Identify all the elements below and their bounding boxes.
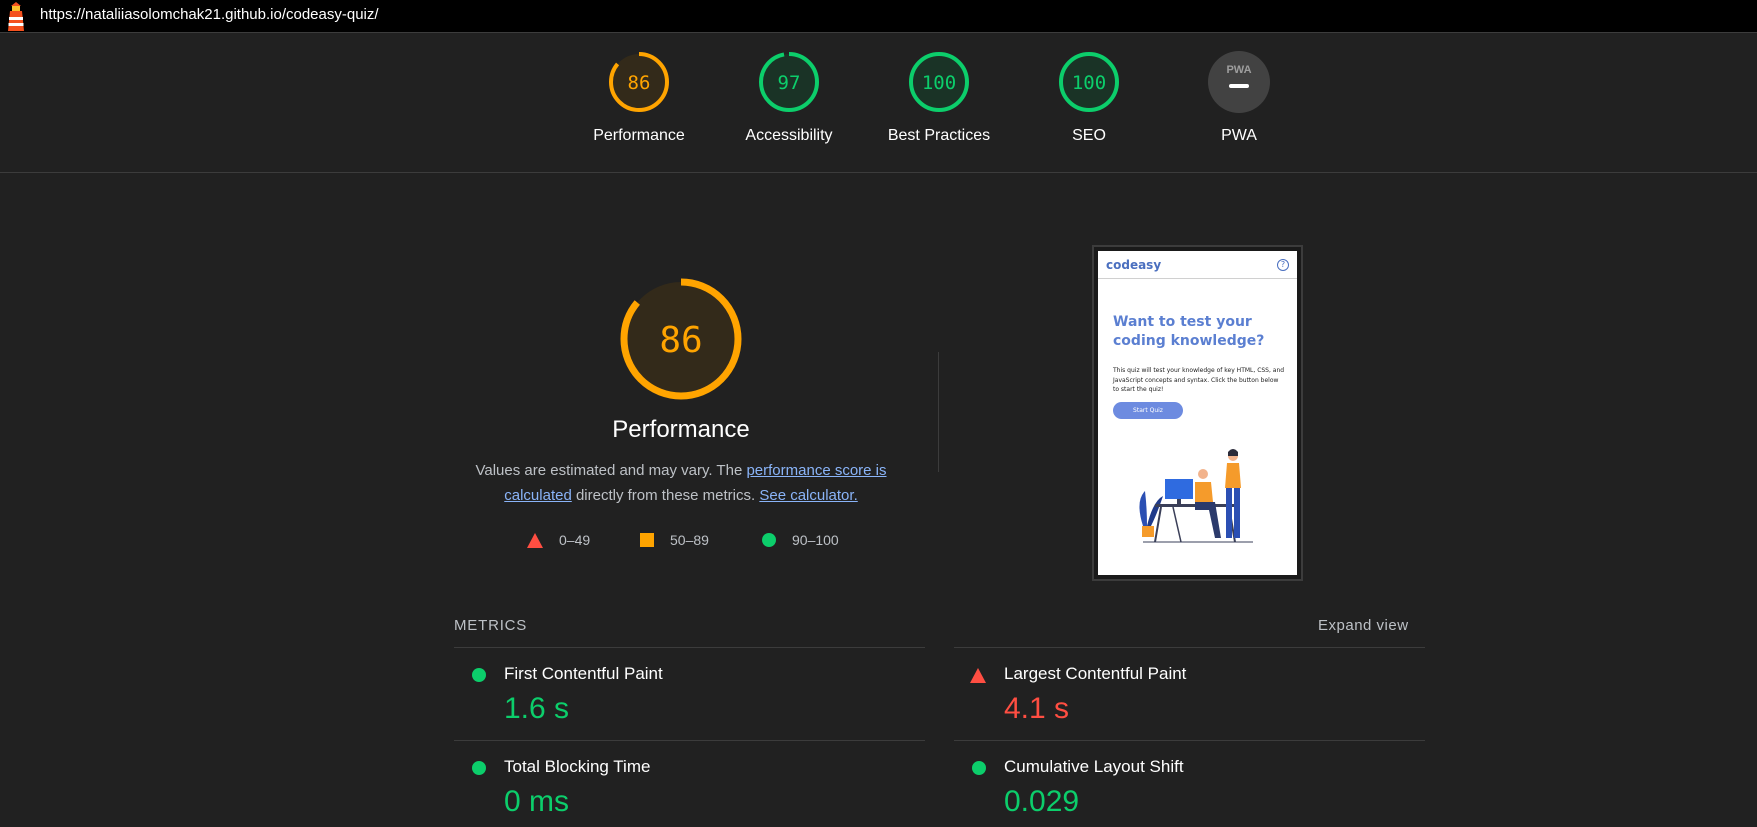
gauge-pwa[interactable]: PWA PWA	[1169, 51, 1309, 161]
gauge-accessibility-score: 97	[778, 72, 801, 94]
section-divider	[938, 352, 939, 472]
pwa-badge-text: PWA	[1226, 64, 1251, 76]
gauge-accessibility[interactable]: 97 Accessibility	[719, 51, 859, 161]
legend-fail: 0–49	[527, 532, 590, 548]
pass-circle-icon	[472, 668, 486, 682]
url-bar: https://nataliiasolomchak21.github.io/co…	[0, 0, 1757, 33]
gauge-accessibility-ring: 97	[759, 52, 819, 112]
metric-value: 0 ms	[504, 785, 570, 818]
gauge-seo-score: 100	[1072, 72, 1106, 94]
legend-average: 50–89	[640, 532, 709, 548]
performance-score-gauge: 86	[620, 278, 742, 400]
pass-circle-icon	[762, 533, 776, 547]
screenshot-page: codeasy ? Want to test your coding knowl…	[1098, 251, 1297, 575]
see-calculator-link[interactable]: See calculator.	[759, 487, 857, 504]
gauge-performance-ring: 86	[609, 52, 669, 112]
thumb-brand: codeasy	[1106, 257, 1162, 272]
pass-circle-icon	[972, 761, 986, 775]
gauge-best-practices-label: Best Practices	[887, 127, 991, 144]
metric-title: Cumulative Layout Shift	[1004, 757, 1184, 776]
expand-view-toggle[interactable]: Expand view	[1318, 617, 1409, 634]
thumb-text: This quiz will test your knowledge of ke…	[1113, 367, 1285, 393]
gauge-performance-score: 86	[628, 72, 651, 94]
gauge-seo-ring: 100	[1059, 52, 1119, 112]
pass-circle-icon	[472, 761, 486, 775]
legend-fail-range: 0–49	[559, 532, 591, 548]
legend-pass: 90–100	[762, 532, 839, 548]
pwa-badge-icon: PWA	[1208, 51, 1270, 113]
performance-desc-middle: directly from these metrics.	[571, 487, 760, 504]
gauge-best-practices[interactable]: 100 Best Practices	[869, 51, 1009, 161]
performance-description: Values are estimated and may vary. The p…	[462, 458, 900, 508]
metric-largest-contentful-paint: Largest Contentful Paint 4.1 s	[954, 648, 1424, 740]
metric-value: 4.1 s	[1004, 692, 1070, 725]
fail-triangle-icon	[527, 532, 543, 548]
metrics-heading: METRICS	[454, 617, 528, 634]
metric-first-contentful-paint: First Contentful Paint 1.6 s	[454, 648, 924, 740]
thumb-heading: Want to test your coding knowledge?	[1113, 314, 1265, 349]
gauge-best-practices-ring: 100	[909, 52, 969, 112]
gauge-accessibility-label: Accessibility	[745, 127, 833, 144]
metric-title: Total Blocking Time	[504, 757, 651, 776]
metric-value: 1.6 s	[504, 692, 570, 725]
lighthouse-logo-icon	[8, 2, 24, 31]
final-screenshot[interactable]: codeasy ? Want to test your coding knowl…	[1092, 245, 1303, 581]
fail-triangle-icon	[970, 668, 986, 683]
gauge-performance-label: Performance	[593, 127, 685, 144]
developers-illustration-icon	[1139, 449, 1253, 543]
performance-score-value: 86	[659, 320, 702, 361]
metric-title: First Contentful Paint	[504, 664, 663, 683]
metric-total-blocking-time: Total Blocking Time 0 ms	[454, 741, 924, 827]
legend-pass-range: 90–100	[792, 532, 839, 548]
scores-header: 86 Performance 97 Accessibility 100 Best…	[0, 33, 1757, 173]
gauge-seo[interactable]: 100 SEO	[1019, 51, 1159, 161]
metric-title: Largest Contentful Paint	[1004, 664, 1187, 683]
legend-average-range: 50–89	[670, 532, 709, 548]
performance-title: Performance	[612, 416, 750, 443]
performance-desc-prefix: Values are estimated and may vary. The	[475, 462, 747, 479]
gauge-pwa-label: PWA	[1221, 127, 1257, 144]
thumb-start-button: Start Quiz	[1113, 402, 1183, 419]
average-square-icon	[640, 533, 654, 547]
help-icon: ?	[1277, 258, 1289, 271]
thumb-header: codeasy ?	[1098, 251, 1297, 279]
gauge-performance[interactable]: 86 Performance	[569, 51, 709, 161]
metric-value: 0.029	[1004, 785, 1080, 818]
gauge-best-practices-score: 100	[922, 72, 956, 94]
gauge-seo-label: SEO	[1072, 127, 1106, 144]
metric-cumulative-layout-shift: Cumulative Layout Shift 0.029	[954, 741, 1424, 827]
report-url[interactable]: https://nataliiasolomchak21.github.io/co…	[40, 6, 379, 23]
